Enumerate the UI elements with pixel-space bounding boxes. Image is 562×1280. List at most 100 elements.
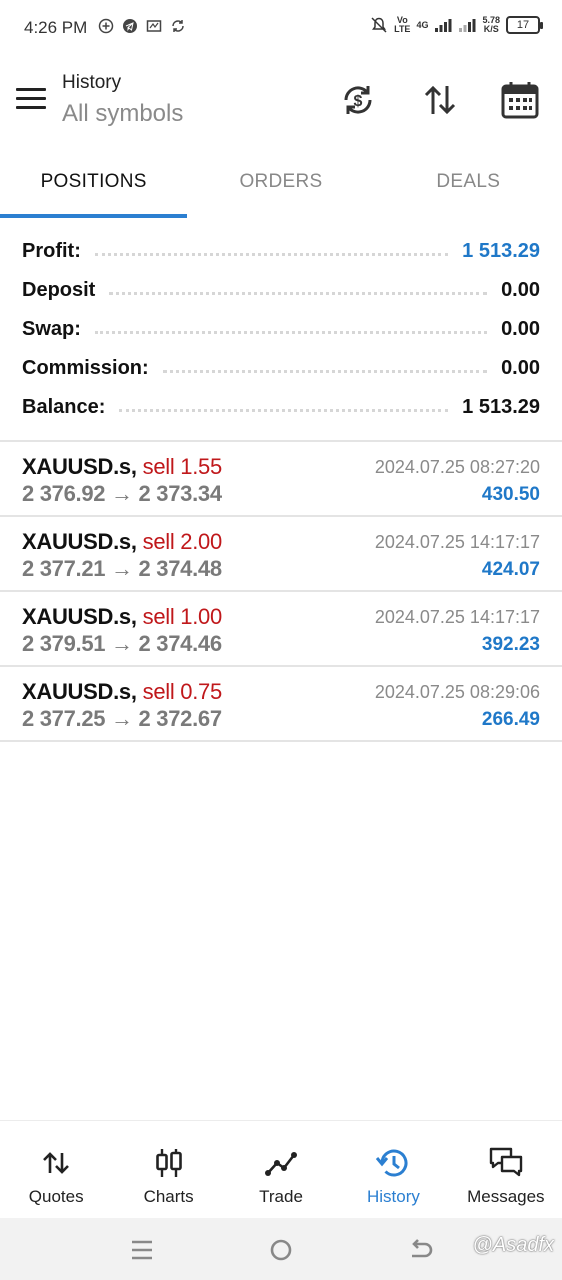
status-notification-icons: [98, 18, 186, 34]
status-right-group: Vo LTE 4G 5.78 K/S 17: [370, 16, 543, 34]
status-time: 4:26 PM: [24, 18, 88, 37]
position-row[interactable]: XAUUSD.s, sell 2.00 2 377.21 → 2 374.48 2…: [0, 517, 562, 592]
position-row[interactable]: XAUUSD.s, sell 1.55 2 376.92 → 2 373.34 2…: [0, 442, 562, 517]
nav-trade[interactable]: Trade: [225, 1121, 337, 1218]
app-notification-icon: [146, 20, 162, 32]
nav-history-label: History: [366, 1187, 420, 1206]
svg-text:$: $: [354, 93, 363, 110]
plus-circle-icon: [98, 18, 114, 34]
position-profit: 266.49: [481, 709, 540, 730]
position-prices: 2 377.21 → 2 374.48: [22, 556, 222, 581]
positions-list: XAUUSD.s, sell 1.55 2 376.92 → 2 373.34 2…: [0, 442, 562, 742]
nav-charts[interactable]: Charts: [112, 1121, 224, 1218]
messages-icon: [489, 1147, 523, 1177]
nav-messages[interactable]: Messages: [450, 1121, 562, 1218]
commission-value: 0.00: [501, 357, 540, 379]
position-symbol: XAUUSD.s,: [22, 454, 137, 479]
position-time: 2024.07.25 08:29:06: [374, 682, 540, 702]
position-side: sell 1.55: [142, 454, 223, 479]
profit-value: 1 513.29: [462, 240, 540, 262]
balance-value: 1 513.29: [462, 396, 540, 418]
summary-profit-row: Profit: 1 513.29: [0, 232, 562, 271]
deposit-value: 0.00: [501, 279, 540, 301]
dotted-leader: [94, 253, 449, 256]
dotted-leader: [162, 370, 488, 373]
deposit-label: Deposit: [22, 279, 96, 301]
speed-unit: K/S: [483, 24, 499, 34]
position-side: sell 0.75: [142, 679, 223, 704]
sort-icon[interactable]: [420, 80, 460, 120]
position-row[interactable]: XAUUSD.s, sell 0.75 2 377.25 → 2 372.67 2…: [0, 667, 562, 742]
trade-icon: [265, 1152, 298, 1176]
volte-bottom: LTE: [394, 24, 411, 34]
app-bar: History All symbols $: [0, 60, 562, 142]
dotted-leader: [119, 409, 449, 412]
watermark: @Asadfx: [472, 1234, 554, 1256]
volte-indicator: Vo LTE: [394, 16, 410, 34]
position-profit: 392.23: [481, 634, 540, 655]
sync-icon: [172, 20, 184, 32]
position-prices: 2 376.92 → 2 373.34: [22, 481, 222, 506]
charts-icon: [155, 1149, 182, 1177]
summary-balance-row: Balance: 1 513.29: [0, 388, 562, 427]
page-title: History: [62, 72, 122, 93]
profit-label: Profit:: [22, 240, 81, 262]
symbol-filter[interactable]: All symbols: [62, 100, 183, 128]
mute-bell-icon: [371, 17, 387, 33]
network-speed: 5.78 K/S: [482, 16, 500, 34]
recent-apps-icon[interactable]: [128, 1236, 156, 1264]
history-tabs: POSITIONS ORDERS DEALS: [0, 152, 562, 218]
balance-label: Balance:: [22, 396, 106, 418]
position-symbol-line: XAUUSD.s, sell 1.00: [22, 604, 222, 630]
nav-quotes-label: Quotes: [28, 1187, 84, 1206]
refresh-dollar-icon[interactable]: $: [338, 80, 378, 120]
tab-positions[interactable]: POSITIONS: [0, 152, 188, 218]
position-profit: 424.07: [481, 559, 540, 580]
swap-value: 0.00: [501, 318, 540, 340]
position-symbol: XAUUSD.s,: [22, 604, 137, 629]
swap-label: Swap:: [22, 318, 81, 340]
status-bar: 4:26 PM Vo LTE 4G 5.78 K/S 17: [0, 0, 562, 56]
nav-messages-label: Messages: [467, 1187, 545, 1206]
commission-label: Commission:: [22, 357, 149, 379]
position-prices: 2 377.25 → 2 372.67: [22, 706, 222, 731]
quotes-icon: [43, 1152, 70, 1174]
position-profit: 430.50: [481, 484, 540, 505]
signal-icon: [435, 19, 452, 32]
telegram-icon: [123, 19, 137, 33]
position-symbol: XAUUSD.s,: [22, 679, 137, 704]
nav-history[interactable]: History: [337, 1121, 449, 1218]
nav-charts-label: Charts: [143, 1187, 194, 1206]
dotted-leader: [109, 292, 488, 295]
calendar-icon[interactable]: [500, 80, 540, 120]
position-symbol-line: XAUUSD.s, sell 2.00: [22, 529, 222, 555]
position-row[interactable]: XAUUSD.s, sell 1.00 2 379.51 → 2 374.46 2…: [0, 592, 562, 667]
signal-icon-2: [459, 19, 476, 32]
summary-panel: Profit: 1 513.29 Deposit 0.00 Swap: 0.00…: [0, 232, 562, 427]
nav-quotes[interactable]: Quotes: [0, 1121, 112, 1218]
position-symbol: XAUUSD.s,: [22, 529, 137, 554]
history-icon: [376, 1149, 408, 1177]
position-side: sell 1.00: [142, 604, 223, 629]
position-side: sell 2.00: [142, 529, 223, 554]
nav-trade-label: Trade: [259, 1187, 303, 1206]
bottom-navigation: Quotes Charts Trade History Messages: [0, 1120, 562, 1218]
position-time: 2024.07.25 14:17:17: [374, 607, 540, 627]
position-symbol-line: XAUUSD.s, sell 0.75: [22, 679, 222, 705]
summary-commission-row: Commission: 0.00: [0, 349, 562, 388]
network-gen: 4G: [416, 19, 429, 30]
tab-deals[interactable]: DEALS: [375, 152, 562, 218]
position-time: 2024.07.25 14:17:17: [374, 532, 540, 552]
hamburger-menu-icon[interactable]: [16, 88, 46, 112]
position-time: 2024.07.25 08:27:20: [374, 457, 540, 477]
position-symbol-line: XAUUSD.s, sell 1.55: [22, 454, 222, 480]
battery-icon: 17: [506, 16, 543, 34]
dotted-leader: [94, 331, 488, 334]
home-icon[interactable]: [267, 1236, 295, 1264]
summary-swap-row: Swap: 0.00: [0, 310, 562, 349]
back-icon[interactable]: [406, 1236, 434, 1264]
tab-orders[interactable]: ORDERS: [187, 152, 374, 218]
summary-deposit-row: Deposit 0.00: [0, 271, 562, 310]
position-prices: 2 379.51 → 2 374.46: [22, 631, 222, 656]
system-navigation-bar: @Asadfx: [0, 1218, 562, 1280]
